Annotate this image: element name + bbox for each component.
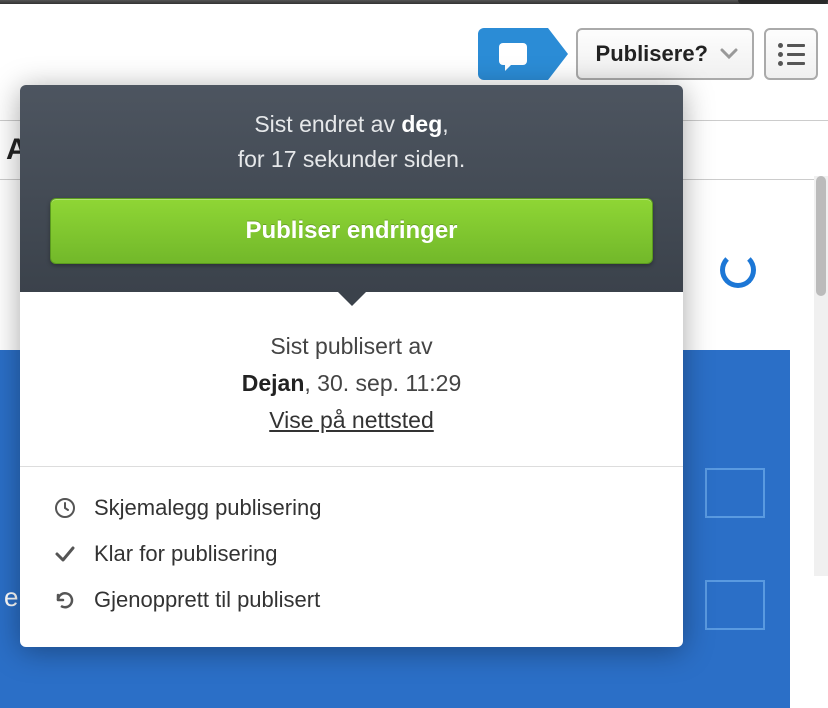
ready-for-publish-action[interactable]: Klar for publisering bbox=[46, 531, 657, 577]
top-right-corner bbox=[738, 0, 828, 4]
popover-arrow-icon bbox=[336, 290, 368, 306]
loading-spinner-icon bbox=[720, 252, 756, 288]
list-icon bbox=[778, 43, 805, 66]
chevron-down-icon bbox=[720, 48, 738, 60]
scrollbar-thumb[interactable] bbox=[816, 176, 826, 296]
scrollbar[interactable] bbox=[814, 176, 828, 576]
last-edited-time: for 17 sekunder siden. bbox=[238, 146, 466, 172]
popover-header: Sist endret av deg, for 17 sekunder side… bbox=[20, 85, 683, 292]
last-published-separator: , bbox=[304, 370, 317, 396]
last-published-by: Dejan bbox=[242, 370, 305, 396]
toolbar: Publisere? bbox=[478, 28, 818, 80]
last-edited-by: deg bbox=[401, 111, 442, 137]
last-published-time: 30. sep. 11:29 bbox=[317, 370, 461, 396]
speech-bubble-icon bbox=[499, 43, 527, 65]
schedule-publish-action[interactable]: Skjemalegg publisering bbox=[46, 485, 657, 531]
revert-icon bbox=[52, 587, 78, 613]
last-edited-prefix: Sist endret av bbox=[254, 111, 401, 137]
revert-to-published-label: Gjenopprett til publisert bbox=[94, 587, 320, 613]
popover-published-info: Sist publisert av Dejan, 30. sep. 11:29 … bbox=[20, 292, 683, 467]
last-edited-suffix: , bbox=[442, 111, 448, 137]
top-bar bbox=[0, 0, 828, 4]
list-toggle-button[interactable] bbox=[764, 28, 818, 80]
revert-to-published-action[interactable]: Gjenopprett til publisert bbox=[46, 577, 657, 623]
publish-dropdown[interactable]: Publisere? bbox=[576, 28, 754, 80]
content-block bbox=[705, 468, 765, 518]
publish-dropdown-label: Publisere? bbox=[596, 41, 708, 67]
last-published-prefix: Sist publisert av bbox=[270, 333, 432, 359]
ready-for-publish-label: Klar for publisering bbox=[94, 541, 277, 567]
schedule-publish-label: Skjemalegg publisering bbox=[94, 495, 321, 521]
publish-popover: Sist endret av deg, for 17 sekunder side… bbox=[20, 85, 683, 647]
comment-button[interactable] bbox=[478, 28, 548, 80]
check-icon bbox=[52, 541, 78, 567]
view-on-site-link[interactable]: Vise på nettsted bbox=[269, 407, 434, 433]
clock-icon bbox=[52, 495, 78, 521]
publish-changes-button[interactable]: Publiser endringer bbox=[50, 198, 653, 264]
publish-changes-label: Publiser endringer bbox=[245, 217, 457, 245]
popover-actions: Skjemalegg publisering Klar for publiser… bbox=[20, 467, 683, 647]
last-edited-text: Sist endret av deg, for 17 sekunder side… bbox=[50, 107, 653, 176]
content-block bbox=[705, 580, 765, 630]
